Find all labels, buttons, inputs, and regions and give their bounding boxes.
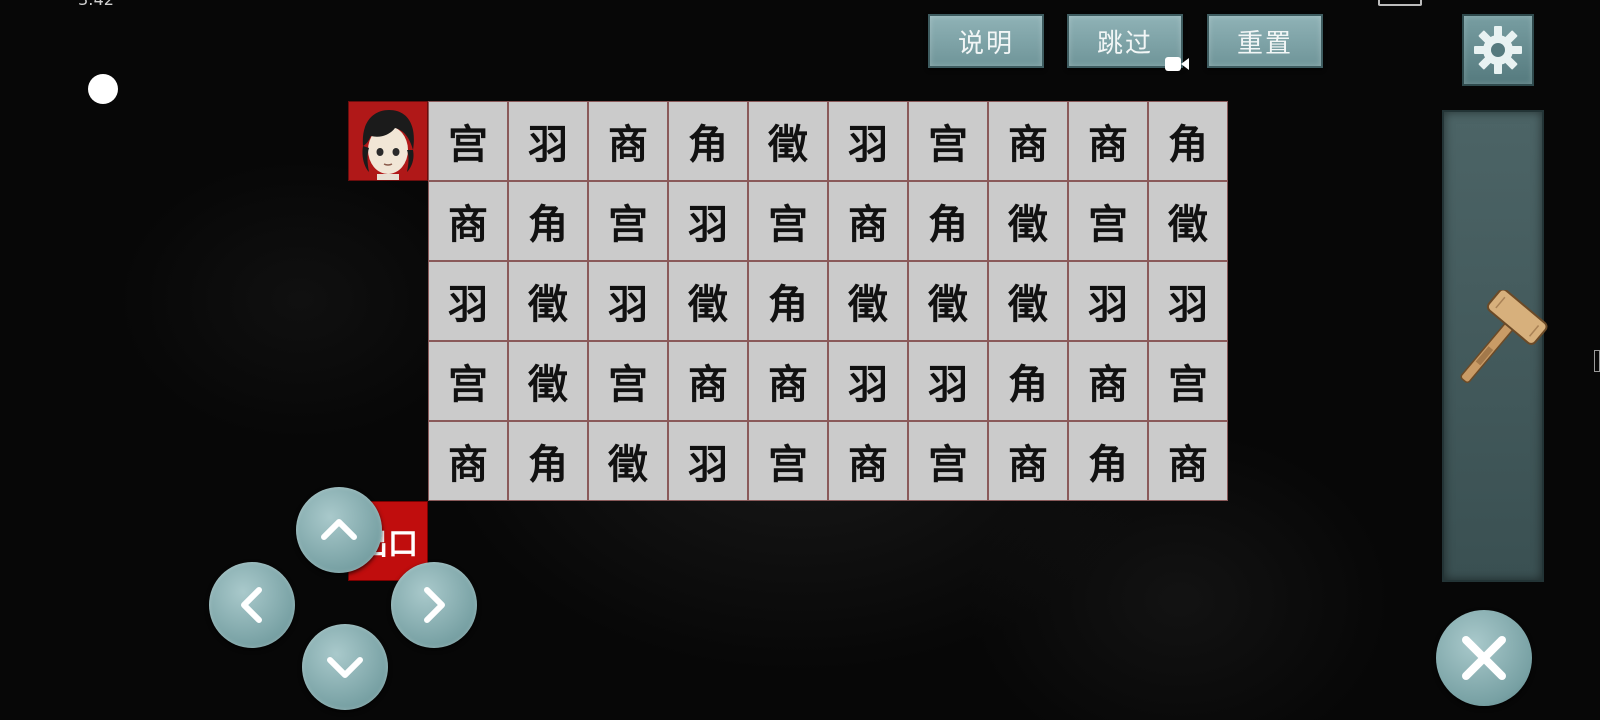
video-camera-icon	[1165, 57, 1189, 71]
grid-tile[interactable]: 角	[508, 181, 588, 261]
grid-empty-slot	[348, 421, 428, 501]
chevron-right-icon	[424, 587, 445, 623]
instructions-button[interactable]: 说明	[928, 14, 1044, 68]
grid-tile[interactable]: 商	[988, 421, 1068, 501]
grid-tile[interactable]: 商	[1068, 341, 1148, 421]
battery-icon	[1378, 0, 1422, 6]
grid-tile[interactable]: 商	[988, 101, 1068, 181]
grid-tile[interactable]: 羽	[908, 341, 988, 421]
grid-tile[interactable]: 羽	[668, 421, 748, 501]
grid-tile[interactable]: 徵	[828, 261, 908, 341]
close-button[interactable]	[1436, 610, 1532, 706]
grid-tile[interactable]: 宫	[908, 101, 988, 181]
grid-tile[interactable]: 商	[428, 421, 508, 501]
grid-tile[interactable]: 羽	[828, 341, 908, 421]
grid-tile[interactable]: 角	[908, 181, 988, 261]
grid-tile[interactable]: 羽	[508, 101, 588, 181]
grid-tile[interactable]: 徵	[588, 421, 668, 501]
hammer-icon[interactable]	[1444, 290, 1548, 394]
grid-tile[interactable]: 徵	[1148, 181, 1228, 261]
grid-tile[interactable]: 角	[668, 101, 748, 181]
grid-tile[interactable]: 羽	[428, 261, 508, 341]
grid-tile[interactable]: 徵	[668, 261, 748, 341]
chevron-left-icon	[241, 587, 262, 623]
grid-tile[interactable]: 角	[748, 261, 828, 341]
grid-tile[interactable]: 宫	[748, 181, 828, 261]
grid-empty-slot	[348, 181, 428, 261]
grid-tile[interactable]: 徵	[748, 101, 828, 181]
chevron-up-icon	[321, 519, 357, 540]
dpad-up-button[interactable]	[296, 487, 382, 573]
edge-indicator	[1594, 350, 1600, 372]
settings-button[interactable]	[1462, 14, 1534, 86]
reset-button[interactable]: 重置	[1207, 14, 1323, 68]
grid-empty-slot	[348, 341, 428, 421]
grid-tile[interactable]: 角	[1148, 101, 1228, 181]
status-bar-time: 3:42	[78, 0, 114, 9]
grid-tile[interactable]: 徵	[908, 261, 988, 341]
grid-tile[interactable]: 徵	[508, 261, 588, 341]
grid-tile[interactable]: 商	[1148, 421, 1228, 501]
grid-tile[interactable]: 羽	[588, 261, 668, 341]
chevron-down-icon	[327, 657, 363, 678]
grid-tile[interactable]: 商	[668, 341, 748, 421]
grid-tile[interactable]: 商	[428, 181, 508, 261]
puzzle-grid: 宫 羽 商 角 徵 羽 宫 商 商 角 商 角 宫 羽 宫 商 角 徵 宫 徵 …	[348, 101, 1228, 581]
game-screen: 3:42 说明 跳过 重置	[0, 0, 1600, 720]
grid-tile[interactable]: 宫	[428, 101, 508, 181]
grid-tile[interactable]: 宫	[908, 421, 988, 501]
grid-tile[interactable]: 角	[508, 421, 588, 501]
grid-tile[interactable]: 商	[748, 341, 828, 421]
grid-tile[interactable]: 商	[828, 421, 908, 501]
close-x-icon	[1462, 636, 1506, 680]
grid-tile[interactable]: 宫	[428, 341, 508, 421]
floating-assist-dot[interactable]	[88, 74, 118, 104]
grid-tile[interactable]: 宫	[1068, 181, 1148, 261]
grid-tile[interactable]: 商	[1068, 101, 1148, 181]
dpad-down-button[interactable]	[302, 624, 388, 710]
grid-tile[interactable]: 商	[828, 181, 908, 261]
player-avatar	[348, 101, 428, 181]
grid-tile[interactable]: 羽	[668, 181, 748, 261]
grid-tile[interactable]: 角	[1068, 421, 1148, 501]
grid-tile[interactable]: 宫	[588, 181, 668, 261]
grid-tile[interactable]: 商	[588, 101, 668, 181]
grid-tile[interactable]: 角	[988, 341, 1068, 421]
grid-tile[interactable]: 徵	[508, 341, 588, 421]
grid-tile[interactable]: 宫	[748, 421, 828, 501]
gear-icon	[1474, 26, 1522, 74]
grid-tile[interactable]: 羽	[828, 101, 908, 181]
grid-tile[interactable]: 宫	[588, 341, 668, 421]
dpad-left-button[interactable]	[209, 562, 295, 648]
grid-tile[interactable]: 宫	[1148, 341, 1228, 421]
dpad-right-button[interactable]	[391, 562, 477, 648]
grid-tile[interactable]: 徵	[988, 181, 1068, 261]
grid-empty-slot	[348, 261, 428, 341]
grid-tile[interactable]: 徵	[988, 261, 1068, 341]
grid-tile[interactable]: 羽	[1068, 261, 1148, 341]
grid-tile[interactable]: 羽	[1148, 261, 1228, 341]
